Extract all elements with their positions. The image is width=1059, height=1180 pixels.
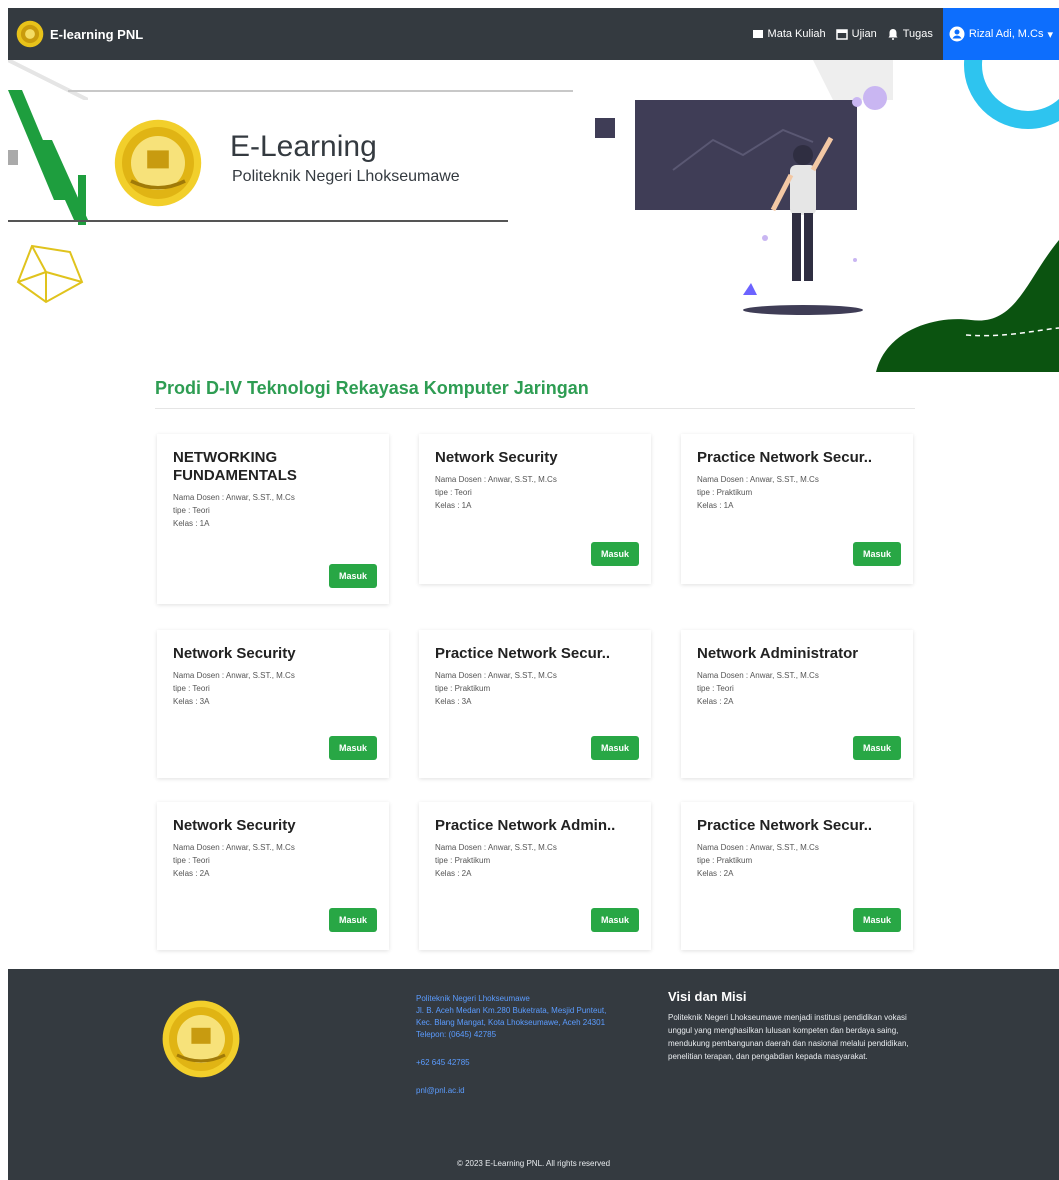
course-tipe: tipe : Teori <box>435 488 472 497</box>
masuk-button[interactable]: Masuk <box>853 908 901 932</box>
course-dosen: Nama Dosen : Anwar, S.ST., M.Cs <box>173 671 295 680</box>
course-kelas: Kelas : 3A <box>173 697 210 706</box>
user-menu-button[interactable]: Rizal Adi, M.Cs ▾ <box>942 8 1059 60</box>
masuk-button[interactable]: Masuk <box>853 736 901 760</box>
visi-text: Politeknik Negeri Lhokseumawe menjadi in… <box>668 1013 909 1061</box>
footer-email-link[interactable]: pnl@pnl.ac.id <box>416 1085 646 1097</box>
course-card: Network Security Nama Dosen : Anwar, S.S… <box>157 630 389 778</box>
course-title: Network Security <box>435 449 558 466</box>
course-card: Practice Network Secur.. Nama Dosen : An… <box>419 630 651 778</box>
course-dosen: Nama Dosen : Anwar, S.ST., M.Cs <box>435 671 557 680</box>
course-card: NETWORKING FUNDAMENTALS Nama Dosen : Anw… <box>157 434 389 604</box>
course-title: Network Administrator <box>697 645 859 662</box>
course-kelas: Kelas : 1A <box>435 501 472 510</box>
course-tipe: tipe : Teori <box>173 684 210 693</box>
book-icon <box>752 30 763 38</box>
course-tipe: tipe : Praktikum <box>435 684 491 693</box>
course-card: Practice Network Secur.. Nama Dosen : An… <box>681 802 913 950</box>
footer-address-line[interactable]: Politeknik Negeri Lhokseumawe <box>416 993 646 1005</box>
course-tipe: tipe : Teori <box>173 506 210 515</box>
pnl-logo-footer-icon <box>162 1000 240 1078</box>
course-tipe: tipe : Praktikum <box>697 488 753 497</box>
decor-blob <box>876 240 1059 372</box>
masuk-button[interactable]: Masuk <box>591 736 639 760</box>
cube-icon <box>16 244 84 304</box>
course-dosen: Nama Dosen : Anwar, S.ST., M.Cs <box>173 493 295 502</box>
course-title: Practice Network Secur.. <box>697 449 873 466</box>
footer-address-line[interactable]: Kec. Blang Mangat, Kota Lhokseumawe, Ace… <box>416 1017 646 1029</box>
teacher-illustration <box>595 60 893 315</box>
hero-divider-bottom <box>8 220 508 222</box>
course-kelas: Kelas : 2A <box>435 869 472 878</box>
decor-ring <box>964 60 1059 129</box>
nav-mata-kuliah-label: Mata Kuliah <box>767 28 826 40</box>
footer-contact: Politeknik Negeri Lhokseumawe Jl. B. Ace… <box>416 993 646 1097</box>
course-kelas: Kelas : 2A <box>697 697 734 706</box>
nav-ujian-label: Ujian <box>851 28 877 40</box>
course-dosen: Nama Dosen : Anwar, S.ST., M.Cs <box>173 843 295 852</box>
course-title: Network Security <box>173 645 296 662</box>
prodi-divider <box>155 408 915 409</box>
nav-tugas[interactable]: Tugas <box>887 28 933 40</box>
nav-ujian[interactable]: Ujian <box>835 28 877 40</box>
course-title: Practice Network Secur.. <box>697 817 873 834</box>
hero-title: E-Learning <box>230 130 377 163</box>
course-dosen: Nama Dosen : Anwar, S.ST., M.Cs <box>697 475 819 484</box>
calendar-icon <box>835 29 848 40</box>
bell-icon <box>888 29 898 40</box>
navbar: E-learning PNL Mata Kuliah Ujian Tugas R… <box>8 8 1059 60</box>
course-card: Practice Network Admin.. Nama Dosen : An… <box>419 802 651 950</box>
footer: Politeknik Negeri Lhokseumawe Jl. B. Ace… <box>8 969 1059 1180</box>
user-circle-icon <box>949 26 965 42</box>
chevron-down-icon: ▾ <box>1047 28 1053 41</box>
course-card: Network Administrator Nama Dosen : Anwar… <box>681 630 913 778</box>
footer-address-line[interactable]: Jl. B. Aceh Medan Km.280 Buketrata, Mesj… <box>416 1005 646 1017</box>
nav-mata-kuliah[interactable]: Mata Kuliah <box>752 28 826 40</box>
course-card: Network Security Nama Dosen : Anwar, S.S… <box>419 434 651 584</box>
course-kelas: Kelas : 2A <box>697 869 734 878</box>
masuk-button[interactable]: Masuk <box>591 908 639 932</box>
masuk-button[interactable]: Masuk <box>853 542 901 566</box>
prodi-title: Prodi D-IV Teknologi Rekayasa Komputer J… <box>155 378 589 398</box>
copyright: © 2023 E-Learning PNL. All rights reserv… <box>456 1159 611 1168</box>
visi-title: Visi dan Misi <box>668 989 747 1004</box>
masuk-button[interactable]: Masuk <box>329 564 377 588</box>
course-title: Network Security <box>173 817 296 834</box>
nav-tugas-label: Tugas <box>902 28 933 40</box>
hero-subtitle: Politeknik Negeri Lhokseumawe <box>232 168 460 185</box>
course-tipe: tipe : Teori <box>697 684 734 693</box>
footer-address-line[interactable]: Telepon: (0645) 42785 <box>416 1029 646 1041</box>
masuk-button[interactable]: Masuk <box>329 736 377 760</box>
hero-divider-top <box>68 90 573 92</box>
course-dosen: Nama Dosen : Anwar, S.ST., M.Cs <box>697 843 819 852</box>
footer-phone-link[interactable]: +62 645 42785 <box>416 1057 646 1069</box>
masuk-button[interactable]: Masuk <box>591 542 639 566</box>
course-tipe: tipe : Praktikum <box>697 856 753 865</box>
masuk-button[interactable]: Masuk <box>329 908 377 932</box>
decor-line-diagonal <box>8 60 88 100</box>
course-card: Practice Network Secur.. Nama Dosen : An… <box>681 434 913 584</box>
pnl-logo-icon <box>16 20 44 48</box>
course-tipe: tipe : Praktikum <box>435 856 491 865</box>
course-kelas: Kelas : 2A <box>173 869 210 878</box>
course-title: Practice Network Admin.. <box>435 817 616 834</box>
course-card: Network Security Nama Dosen : Anwar, S.S… <box>157 802 389 950</box>
course-title: Practice Network Secur.. <box>435 645 611 662</box>
course-kelas: Kelas : 1A <box>173 519 210 528</box>
pnl-logo-large-icon <box>114 119 202 207</box>
course-dosen: Nama Dosen : Anwar, S.ST., M.Cs <box>435 843 557 852</box>
brand-link[interactable]: E-learning PNL <box>16 20 143 48</box>
hero-banner: E-Learning Politeknik Negeri Lhokseumawe <box>8 60 1059 372</box>
course-dosen: Nama Dosen : Anwar, S.ST., M.Cs <box>435 475 557 484</box>
course-title: NETWORKING FUNDAMENTALS <box>173 449 297 484</box>
user-name: Rizal Adi, M.Cs <box>968 28 1044 40</box>
decor-stripes <box>8 90 88 225</box>
brand-name: E-learning PNL <box>50 26 144 42</box>
course-dosen: Nama Dosen : Anwar, S.ST., M.Cs <box>697 671 819 680</box>
course-tipe: tipe : Teori <box>173 856 210 865</box>
course-kelas: Kelas : 1A <box>697 501 734 510</box>
course-kelas: Kelas : 3A <box>435 697 472 706</box>
